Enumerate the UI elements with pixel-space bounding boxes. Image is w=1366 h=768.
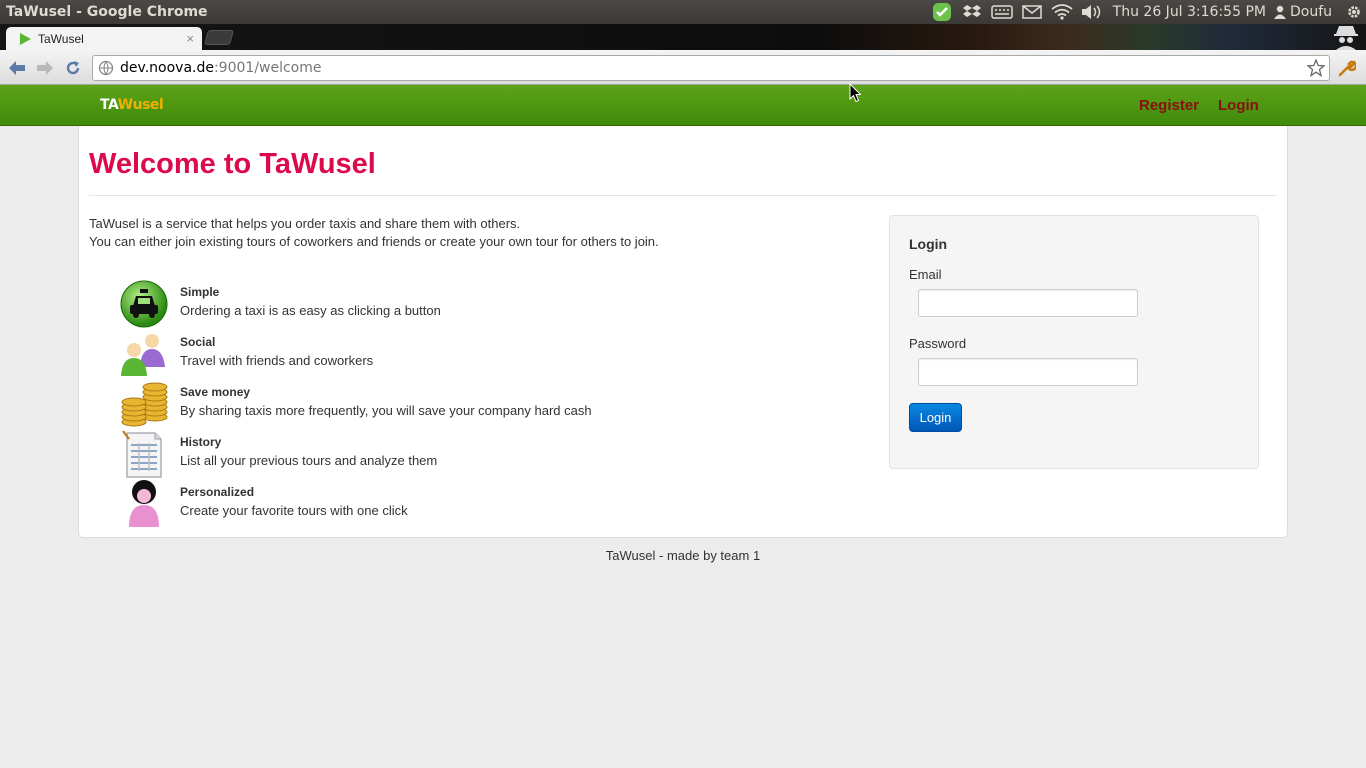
register-link[interactable]: Register [1139, 97, 1199, 114]
address-bar[interactable]: dev.noova.de:9001/welcome [92, 55, 1330, 81]
tab-title: TaWusel [38, 31, 84, 46]
intro-text: You can either join existing tours of co… [89, 234, 659, 249]
user-name: Doufu [1289, 4, 1332, 20]
mouse-cursor-icon [849, 83, 861, 103]
email-label: Email [909, 267, 942, 282]
wifi-icon[interactable] [1047, 0, 1077, 24]
feature-description: Travel with friends and coworkers [180, 353, 374, 368]
feature-description: Ordering a taxi is as easy as clicking a… [180, 303, 441, 318]
clock[interactable]: Thu 26 Jul 3:16:55 PM [1107, 4, 1274, 20]
feature-description: List all your previous tours and analyze… [180, 453, 438, 468]
feature-item-social: Social Travel with friends and coworkers [119, 329, 719, 379]
url-text: dev.noova.de:9001/welcome [120, 60, 322, 76]
email-field[interactable] [918, 289, 1138, 317]
system-tray: Thu 26 Jul 3:16:55 PM Doufu [927, 0, 1366, 24]
site-navbar: TAWusel Register Login [0, 85, 1366, 126]
login-heading: Login [909, 236, 948, 252]
login-form: Login Email Password Login [889, 215, 1259, 469]
feature-item-personalized: Personalized Create your favorite tours … [119, 479, 719, 529]
footer-text: TaWusel - made by team 1 [605, 548, 761, 563]
document-icon [122, 430, 162, 478]
login-link[interactable]: Login [1218, 97, 1259, 114]
back-arrow-icon[interactable] [7, 58, 27, 78]
person-icon [129, 480, 159, 527]
tab-close-icon[interactable]: × [186, 31, 194, 46]
play-icon [20, 32, 31, 45]
os-top-panel: TaWusel - Google Chrome Thu 26 Jul 3:16:… [0, 0, 1366, 24]
password-field[interactable] [918, 358, 1138, 386]
wrench-menu-icon[interactable] [1338, 59, 1356, 77]
people-icon [121, 334, 165, 376]
user-icon [1273, 5, 1286, 19]
password-label: Password [909, 336, 967, 351]
feature-description: By sharing taxis more frequently, you wi… [180, 403, 592, 418]
user-menu[interactable]: Doufu [1273, 4, 1342, 20]
window-title: TaWusel - Google Chrome [6, 4, 208, 20]
main-content: Welcome to TaWusel TaWusel is a service … [78, 126, 1288, 538]
taxi-icon [120, 280, 168, 328]
feature-item-save-money: Save money By sharing taxis more frequen… [119, 379, 719, 429]
feature-title: Save money [180, 385, 251, 399]
gear-icon[interactable] [1342, 0, 1366, 24]
incognito-icon [1334, 26, 1358, 50]
bookmark-star-icon[interactable] [1307, 59, 1325, 77]
feature-title: Simple [180, 285, 220, 299]
url-host: dev.noova.de [120, 60, 214, 76]
page-title: Welcome to TaWusel [89, 148, 376, 180]
divider [89, 195, 1277, 196]
globe-icon [98, 60, 114, 76]
new-tab-button[interactable] [203, 30, 235, 45]
browser-tab-strip: TaWusel × [0, 24, 1366, 50]
volume-icon[interactable] [1077, 0, 1107, 24]
login-button[interactable]: Login [909, 403, 962, 432]
tab-tawusel[interactable]: TaWusel × [6, 27, 202, 50]
intro-text: TaWusel is a service that helps you orde… [89, 216, 521, 231]
reload-icon[interactable] [63, 58, 83, 78]
brand-logo[interactable]: TAWusel [100, 97, 164, 113]
feature-description: Create your favorite tours with one clic… [180, 503, 408, 518]
mail-icon[interactable] [1017, 0, 1047, 24]
url-path: :9001/welcome [213, 60, 322, 76]
feature-title: Social [180, 335, 216, 349]
forward-arrow-icon[interactable] [35, 58, 55, 78]
feature-item-history: History List all your previous tours and… [119, 429, 719, 479]
keyboard-icon[interactable] [987, 0, 1017, 24]
feature-title: Personalized [180, 485, 255, 499]
feature-item-simple: Simple Ordering a taxi is as easy as cli… [119, 279, 719, 329]
dropbox-icon[interactable] [957, 0, 987, 24]
update-check-icon[interactable] [927, 0, 957, 24]
feature-title: History [180, 435, 222, 449]
coins-icon [121, 382, 168, 427]
